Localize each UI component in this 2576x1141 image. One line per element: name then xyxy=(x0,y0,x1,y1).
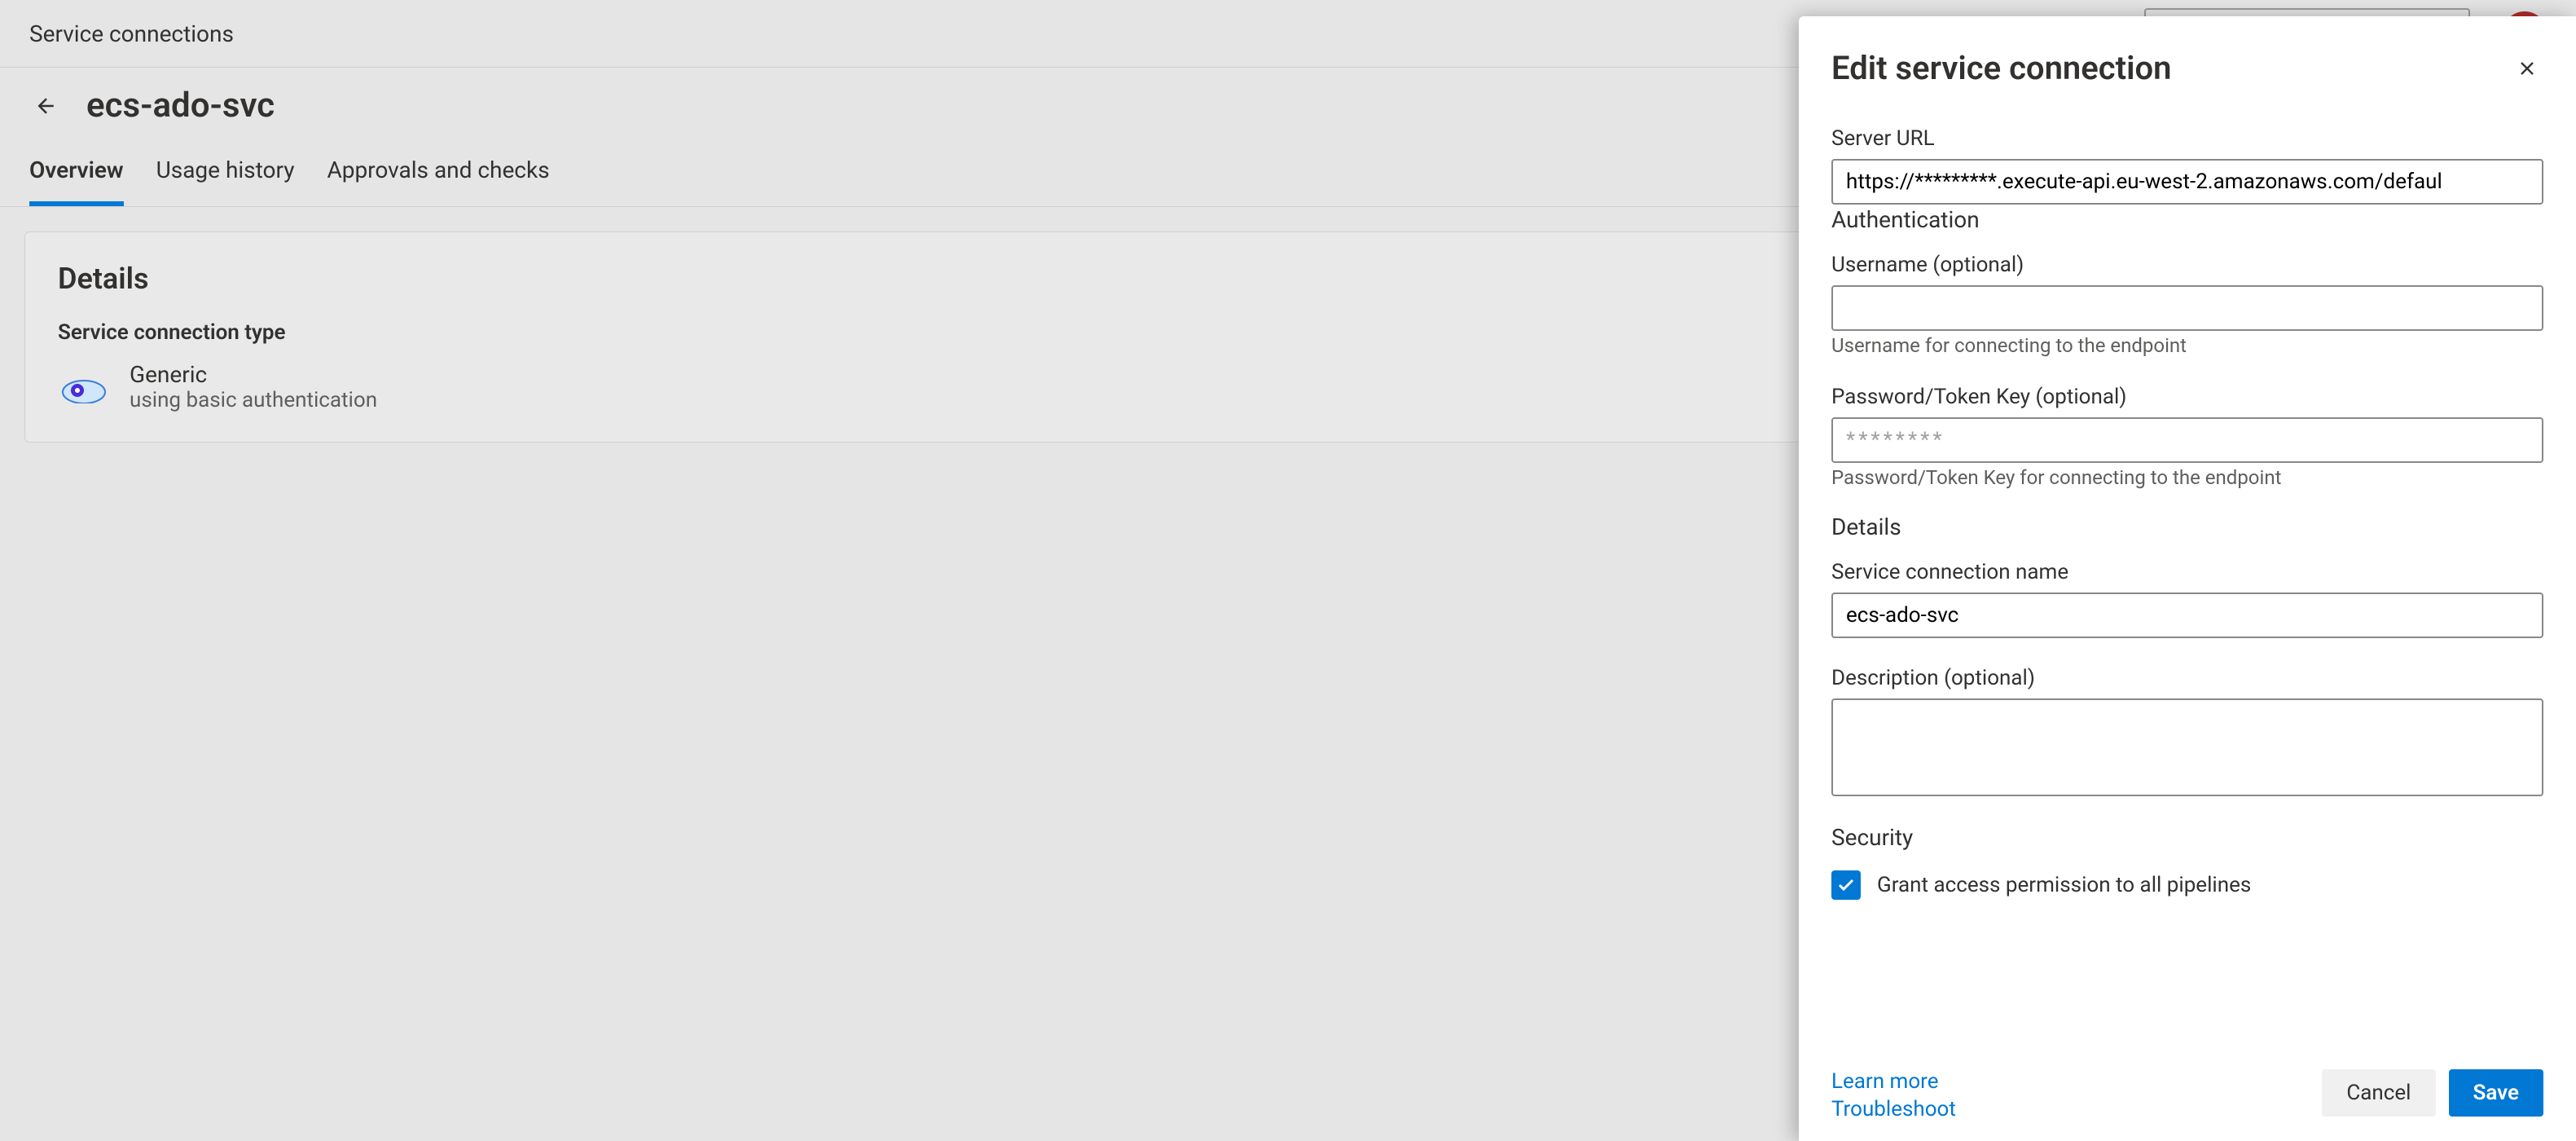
page-title: ecs-ado-svc xyxy=(86,86,275,126)
password-input[interactable] xyxy=(1831,417,2543,463)
generic-cloud-icon xyxy=(58,371,110,403)
password-label: Password/Token Key (optional) xyxy=(1831,385,2543,409)
edit-panel: Edit service connection Server URL Authe… xyxy=(1799,16,2576,1141)
description-input[interactable] xyxy=(1831,698,2543,796)
details-section: Details xyxy=(1831,513,2543,540)
username-hint: Username for connecting to the endpoint xyxy=(1831,334,2543,357)
arrow-left-icon xyxy=(34,94,59,118)
username-input[interactable] xyxy=(1831,285,2543,331)
tab-approvals-checks[interactable]: Approvals and checks xyxy=(327,156,549,206)
learn-more-link[interactable]: Learn more xyxy=(1831,1069,1956,1094)
password-hint: Password/Token Key for connecting to the… xyxy=(1831,466,2543,489)
cancel-button[interactable]: Cancel xyxy=(2322,1069,2435,1117)
back-button[interactable] xyxy=(29,89,64,123)
authentication-section: Authentication xyxy=(1831,206,2543,233)
connection-name-label: Service connection name xyxy=(1831,560,2543,584)
troubleshoot-link[interactable]: Troubleshoot xyxy=(1831,1097,1956,1121)
connection-type-name: Generic xyxy=(130,361,377,388)
close-icon xyxy=(2516,57,2539,80)
check-icon xyxy=(1836,875,1856,895)
panel-title: Edit service connection xyxy=(1831,49,2171,87)
close-button[interactable] xyxy=(2511,52,2543,85)
grant-access-checkbox[interactable] xyxy=(1831,870,1861,900)
username-label: Username (optional) xyxy=(1831,253,2543,277)
description-label: Description (optional) xyxy=(1831,666,2543,690)
service-connection-type-label: Service connection type xyxy=(58,320,377,345)
grant-access-label: Grant access permission to all pipelines xyxy=(1877,873,2251,897)
connection-name-input[interactable] xyxy=(1831,593,2543,638)
save-button[interactable]: Save xyxy=(2449,1069,2544,1117)
connection-type-row: Generic using basic authentication xyxy=(58,361,377,412)
tab-overview[interactable]: Overview xyxy=(29,156,124,206)
security-section: Security xyxy=(1831,824,2543,851)
connection-type-desc: using basic authentication xyxy=(130,388,377,412)
tab-usage-history[interactable]: Usage history xyxy=(156,156,295,206)
server-url-input[interactable] xyxy=(1831,159,2543,205)
server-url-label: Server URL xyxy=(1831,126,2543,151)
breadcrumb-title: Service connections xyxy=(29,20,234,47)
